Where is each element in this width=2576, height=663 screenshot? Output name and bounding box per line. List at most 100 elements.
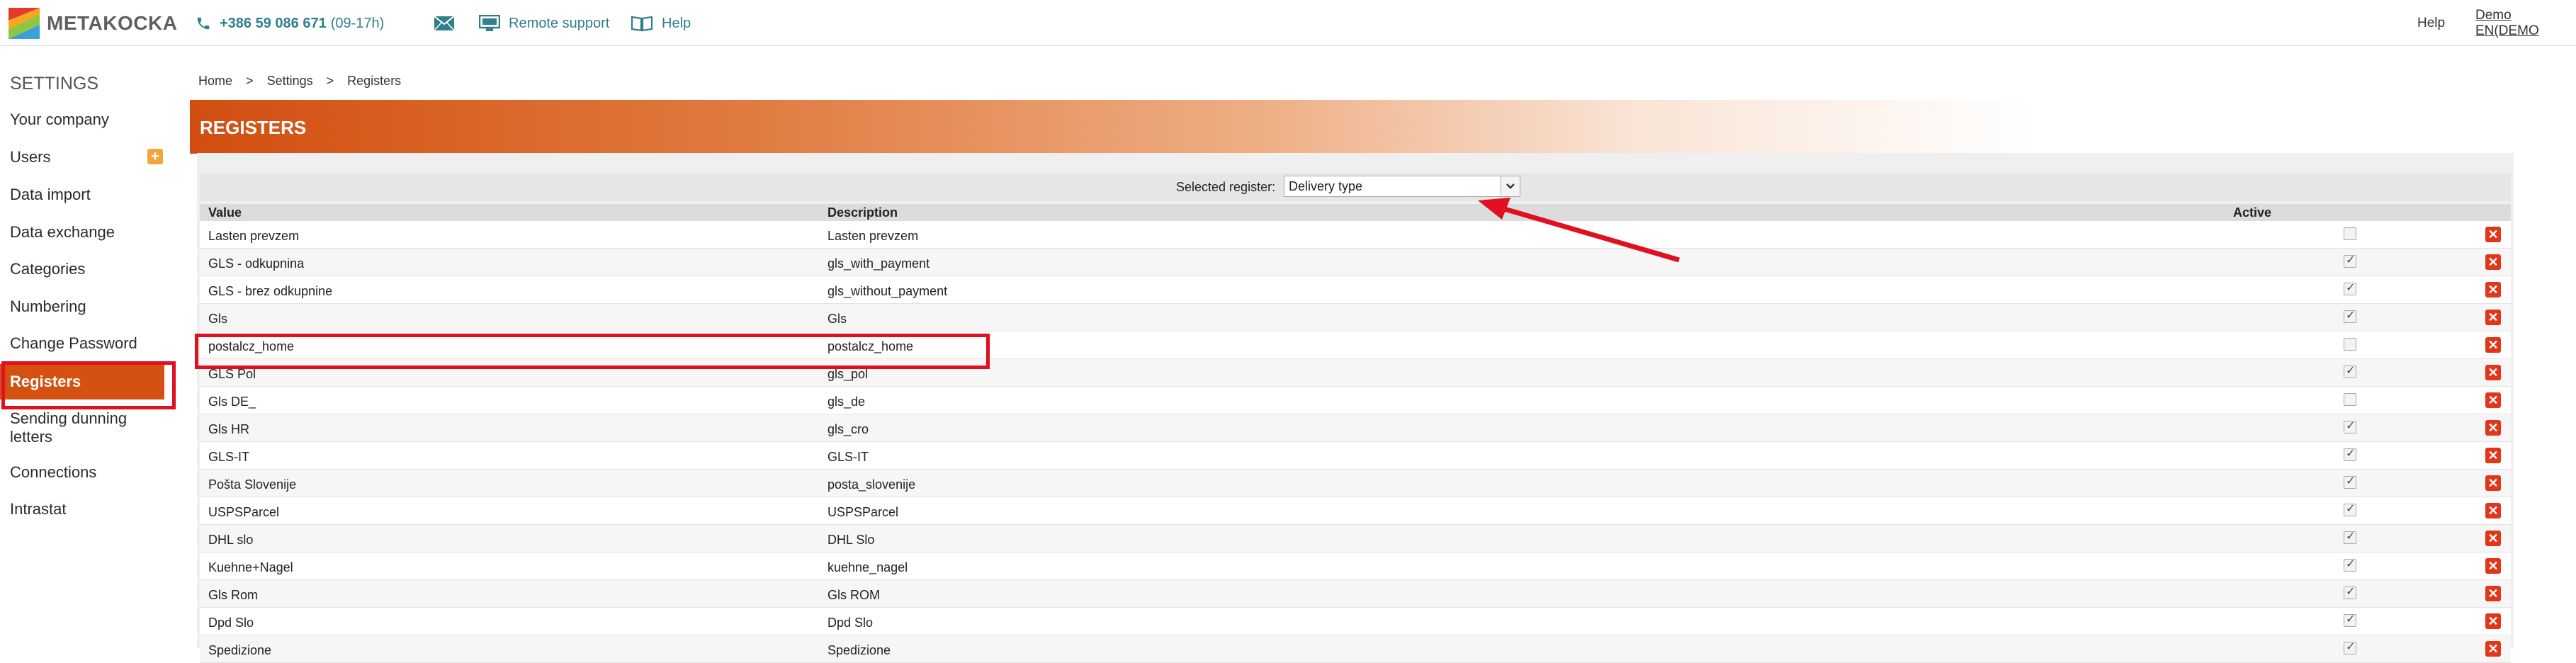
active-checkbox[interactable] xyxy=(2344,227,2356,240)
cell-value: Lasten prevzem xyxy=(208,229,300,243)
table-body: Lasten prevzem Lasten prevzem ✕ GLS - odkup… xyxy=(200,221,2511,663)
cell-description: Gls ROM xyxy=(827,588,880,602)
cell-value: Gls xyxy=(208,312,227,326)
remote-support-link[interactable]: Remote support xyxy=(479,13,609,34)
active-checkbox[interactable] xyxy=(2344,640,2356,654)
table-row[interactable]: Gls Gls ✕ xyxy=(200,304,2511,332)
sidebar-item-sending-dunning-letters[interactable]: Sending dunning letters xyxy=(10,409,166,446)
help-link[interactable]: Help xyxy=(631,13,691,34)
table-row[interactable]: GLS - brez odkupnine gls_without_payment ✕ xyxy=(200,276,2511,304)
right-help-link[interactable]: Help xyxy=(2417,13,2445,34)
active-checkbox[interactable] xyxy=(2344,529,2356,544)
cell-value: DHL slo xyxy=(208,533,254,547)
active-checkbox[interactable] xyxy=(2344,612,2356,627)
active-checkbox[interactable] xyxy=(2344,338,2356,351)
active-checkbox[interactable] xyxy=(2344,393,2356,406)
column-header-value[interactable]: Value xyxy=(208,205,242,220)
user-menu[interactable]: Demo EN(DEMO xyxy=(2475,8,2576,38)
delete-icon[interactable]: ✕ xyxy=(2485,448,2501,463)
active-checkbox[interactable] xyxy=(2344,419,2356,434)
table-row[interactable]: Kuehne+Nagel kuehne_nagel ✕ xyxy=(200,552,2511,580)
active-checkbox[interactable] xyxy=(2344,557,2356,572)
delete-icon[interactable]: ✕ xyxy=(2485,503,2501,518)
sidebar-item-numbering[interactable]: Numbering xyxy=(10,298,166,316)
cell-value: Spedizione xyxy=(208,643,272,657)
table-row[interactable]: DHL slo DHL Slo ✕ xyxy=(200,525,2511,552)
active-checkbox[interactable] xyxy=(2344,446,2356,461)
breadcrumb-separator: > xyxy=(326,74,334,88)
table-row[interactable]: Lasten prevzem Lasten prevzem ✕ xyxy=(200,221,2511,249)
table-row[interactable]: Spedizione Spedizione ✕ xyxy=(200,635,2511,663)
breadcrumb-current: Registers xyxy=(347,74,402,88)
delete-icon[interactable]: ✕ xyxy=(2485,392,2501,408)
delete-icon[interactable]: ✕ xyxy=(2485,310,2501,325)
delete-icon[interactable]: ✕ xyxy=(2485,558,2501,574)
logo[interactable]: METAKOCKA xyxy=(9,7,177,40)
sidebar-item-intrastat[interactable]: Intrastat xyxy=(10,500,166,518)
register-select[interactable]: Delivery type xyxy=(1284,176,1520,197)
table-row[interactable]: Dpd Slo Dpd Slo ✕ xyxy=(200,608,2511,635)
remote-support-label: Remote support xyxy=(509,15,610,31)
delete-icon[interactable]: ✕ xyxy=(2485,227,2501,242)
delete-icon[interactable]: ✕ xyxy=(2485,475,2501,491)
cell-description: posta_slovenije xyxy=(827,477,916,492)
registers-table: Value Description Active Lasten prevzem L… xyxy=(200,204,2511,663)
column-header-description[interactable]: Description xyxy=(827,205,898,220)
active-checkbox[interactable] xyxy=(2344,474,2356,489)
delete-icon[interactable]: ✕ xyxy=(2485,337,2501,353)
delete-icon[interactable]: ✕ xyxy=(2485,586,2501,601)
breadcrumb-settings[interactable]: Settings xyxy=(267,74,313,88)
sidebar-item-categories[interactable]: Categories xyxy=(10,260,166,278)
table-row[interactable]: Gls Rom Gls ROM ✕ xyxy=(200,580,2511,608)
cell-value: GLS Pol xyxy=(208,367,256,381)
sidebar-item-data-exchange[interactable]: Data exchange xyxy=(10,223,166,242)
sidebar-item-your-company[interactable]: Your company xyxy=(10,110,166,129)
table-row[interactable]: GLS - odkupnina gls_with_payment ✕ xyxy=(200,249,2511,276)
email-link[interactable] xyxy=(434,13,463,34)
active-checkbox[interactable] xyxy=(2344,502,2356,516)
cell-value: GLS-IT xyxy=(208,450,250,464)
breadcrumb-home[interactable]: Home xyxy=(198,74,232,88)
table-row[interactable]: Gls DE_ gls_de ✕ xyxy=(200,387,2511,414)
highlight-box-postalcz-row xyxy=(195,334,990,369)
active-checkbox[interactable] xyxy=(2344,584,2356,599)
table-row[interactable]: USPSParcel USPSParcel ✕ xyxy=(200,497,2511,525)
delete-icon[interactable]: ✕ xyxy=(2485,254,2501,270)
delete-icon[interactable]: ✕ xyxy=(2485,365,2501,380)
cell-value: Gls HR xyxy=(208,422,249,436)
delete-icon[interactable]: ✕ xyxy=(2485,420,2501,436)
table-row[interactable]: Pošta Slovenije posta_slovenije ✕ xyxy=(200,470,2511,497)
phone-contact[interactable]: +386 59 086 671 (09-17h) xyxy=(196,13,384,34)
breadcrumb-separator: > xyxy=(246,74,254,88)
sidebar-item-change-password[interactable]: Change Password xyxy=(10,334,166,353)
book-icon xyxy=(631,15,653,32)
active-checkbox[interactable] xyxy=(2344,308,2356,323)
add-user-icon[interactable]: + xyxy=(147,149,163,164)
sidebar-item-connections[interactable]: Connections xyxy=(10,463,166,482)
registers-panel: Selected register: Delivery type Value D… xyxy=(197,153,2514,663)
register-selector-bar: Selected register: Delivery type xyxy=(200,173,2511,201)
phone-hours: (09-17h) xyxy=(330,15,385,31)
active-checkbox[interactable] xyxy=(2344,280,2356,295)
sidebar-title: SETTINGS xyxy=(10,74,99,94)
logo-text: METAKOCKA xyxy=(47,12,178,34)
chevron-down-icon[interactable] xyxy=(1501,176,1520,196)
active-checkbox[interactable] xyxy=(2344,363,2356,378)
cell-description: Spedizione xyxy=(827,643,891,657)
cell-description: USPSParcel xyxy=(827,505,899,519)
cell-description: kuehne_nagel xyxy=(827,560,908,574)
selected-register-label: Selected register: xyxy=(1176,180,1276,194)
table-row[interactable]: Gls HR gls_cro ✕ xyxy=(200,414,2511,442)
delete-icon[interactable]: ✕ xyxy=(2485,641,2501,657)
delete-icon[interactable]: ✕ xyxy=(2485,282,2501,298)
phone-icon xyxy=(196,16,211,31)
sidebar-item-data-import[interactable]: Data import xyxy=(10,186,166,204)
delete-icon[interactable]: ✕ xyxy=(2485,531,2501,546)
active-checkbox[interactable] xyxy=(2344,253,2356,268)
sidebar-item-users[interactable]: Users xyxy=(10,148,166,166)
table-row[interactable]: GLS-IT GLS-IT ✕ xyxy=(200,442,2511,470)
delete-icon[interactable]: ✕ xyxy=(2485,613,2501,629)
page-title: REGISTERS xyxy=(200,117,307,138)
column-header-active[interactable]: Active xyxy=(2233,205,2271,220)
register-select-value: Delivery type xyxy=(1289,179,1363,193)
